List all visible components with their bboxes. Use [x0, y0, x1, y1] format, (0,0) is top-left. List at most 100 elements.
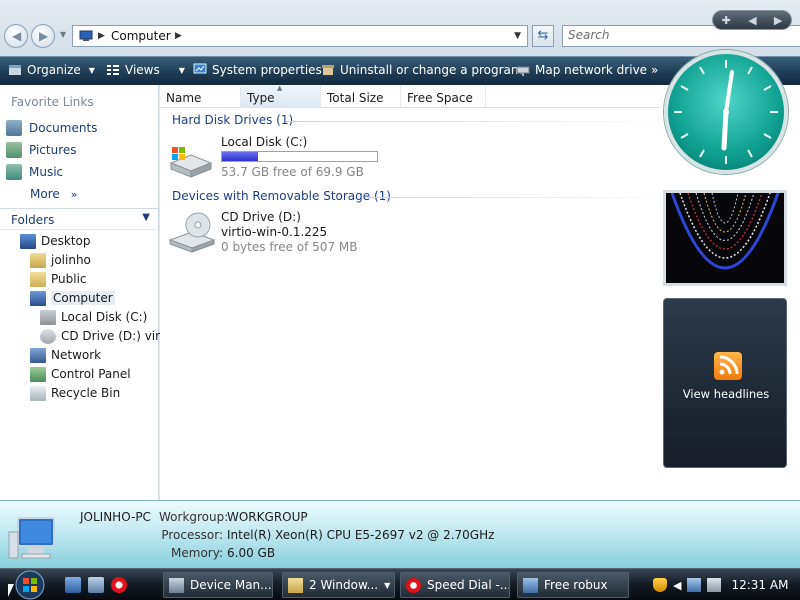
- tree-item-recycle-bin[interactable]: Recycle Bin: [30, 384, 120, 402]
- task-explorer-group[interactable]: 2 Window... ▼: [282, 572, 395, 598]
- capacity-bar: [221, 151, 378, 162]
- tree-item-jolinho[interactable]: jolinho: [30, 251, 91, 269]
- column-header-free-space[interactable]: Free Space: [401, 86, 486, 108]
- drive-volume-label: virtio-win-0.1.225: [221, 225, 328, 239]
- network-icon: [30, 347, 46, 363]
- views-button[interactable]: Views ▼: [106, 63, 185, 77]
- switch-windows-icon[interactable]: [88, 577, 104, 593]
- tree-item-control-panel[interactable]: Control Panel: [30, 365, 131, 383]
- tree-label: Recycle Bin: [51, 386, 121, 400]
- address-bar[interactable]: ▶ Computer ▶ ▼: [72, 25, 528, 47]
- view-headlines-link[interactable]: View headlines: [664, 387, 788, 401]
- toolbar-overflow-button[interactable]: »: [651, 63, 658, 77]
- task-speed-dial[interactable]: Speed Dial -...: [400, 572, 510, 598]
- network-status-icon[interactable]: [687, 578, 702, 592]
- memory-label: Memory:: [171, 546, 223, 560]
- task-label: Speed Dial -...: [427, 578, 510, 592]
- navigation-pane: Favorite Links Documents Pictures Music …: [0, 85, 175, 500]
- tree-item-cd-drive[interactable]: CD Drive (D:) virtio: [40, 327, 175, 345]
- address-history-dropdown-icon[interactable]: ▼: [514, 31, 521, 41]
- recent-pages-dropdown-icon[interactable]: ▼: [60, 30, 66, 39]
- pictures-icon: [6, 142, 22, 158]
- capacity-bar-fill: [222, 152, 258, 161]
- slideshow-image: [666, 193, 784, 283]
- show-desktop-icon[interactable]: [65, 577, 81, 593]
- favorite-pictures[interactable]: Pictures: [6, 141, 77, 159]
- system-properties-icon: [193, 63, 207, 74]
- documents-icon: [6, 120, 22, 136]
- cd-drive-icon: [40, 328, 56, 344]
- favorite-label: Pictures: [29, 143, 77, 157]
- column-header-total-size[interactable]: Total Size: [321, 86, 401, 108]
- group-header-hard-disks[interactable]: Hard Disk Drives (1): [172, 113, 293, 129]
- uninstall-program-button[interactable]: Uninstall or change a program: [321, 63, 523, 77]
- tree-label: Control Panel: [51, 367, 131, 381]
- desktop-icon: [20, 233, 36, 249]
- slideshow-gadget[interactable]: [663, 190, 787, 286]
- task-label: Device Man...: [190, 578, 272, 592]
- device-manager-icon: [169, 577, 184, 593]
- more-favorites-link[interactable]: More »: [30, 185, 77, 203]
- cd-drive-icon: [168, 212, 216, 253]
- sidebar-controls[interactable]: ✚ ◀ ▶: [712, 10, 792, 30]
- workgroup-label: Workgroup:: [159, 510, 229, 524]
- feed-headlines-gadget[interactable]: View headlines: [663, 298, 787, 468]
- tree-item-desktop[interactable]: Desktop: [20, 232, 91, 250]
- tree-label: CD Drive (D:) virtio: [61, 329, 176, 343]
- opera-icon[interactable]: [111, 577, 127, 593]
- column-header-type[interactable]: ▲ Type: [241, 84, 321, 108]
- group-divider: [367, 197, 676, 198]
- breadcrumb-computer[interactable]: Computer: [111, 29, 171, 43]
- tree-label: Network: [51, 348, 102, 362]
- map-drive-icon: [516, 66, 530, 76]
- organize-button[interactable]: Organize ▼: [8, 63, 95, 77]
- memory-value: 6.00 GB: [227, 546, 276, 560]
- system-properties-label: System properties: [212, 63, 322, 77]
- task-label: 2 Window...: [309, 578, 379, 592]
- folders-toggle[interactable]: Folders ▼: [0, 208, 158, 230]
- folders-heading: Folders: [11, 213, 55, 227]
- back-button[interactable]: ◀: [4, 24, 28, 48]
- refresh-button[interactable]: ⇆: [532, 25, 554, 47]
- breadcrumb-chevron-icon[interactable]: ▶: [98, 31, 105, 41]
- more-label: More: [30, 187, 60, 201]
- next-page-icon[interactable]: ▶: [774, 14, 782, 27]
- map-drive-label: Map network drive: [535, 63, 648, 77]
- column-header-name[interactable]: Name: [160, 86, 241, 108]
- drive-name: CD Drive (D:): [221, 210, 301, 224]
- favorite-music[interactable]: Music: [6, 163, 63, 181]
- forward-button[interactable]: ▶: [31, 24, 55, 48]
- views-icon: [107, 65, 119, 75]
- organize-icon: [9, 65, 21, 75]
- folder-icon: [30, 271, 46, 287]
- task-free-robux[interactable]: Free robux: [517, 572, 629, 598]
- tree-label: Computer: [51, 291, 115, 305]
- tree-item-network[interactable]: Network: [30, 346, 101, 364]
- tree-label: Desktop: [41, 234, 91, 248]
- security-shield-icon[interactable]: [653, 578, 667, 592]
- computer-icon: [30, 290, 46, 306]
- views-label: Views: [125, 63, 160, 77]
- map-network-drive-button[interactable]: Map network drive: [516, 63, 647, 77]
- breadcrumb-chevron-icon[interactable]: ▶: [175, 31, 182, 41]
- show-hidden-icons-icon[interactable]: ◀: [673, 579, 681, 592]
- system-properties-button[interactable]: System properties: [193, 63, 322, 77]
- forward-arrow-icon: ▶: [39, 29, 49, 43]
- workgroup-value: WORKGROUP: [227, 510, 308, 524]
- tree-item-local-disk[interactable]: Local Disk (C:): [40, 308, 147, 326]
- volume-muted-icon[interactable]: [707, 578, 722, 592]
- favorite-documents[interactable]: Documents: [6, 119, 97, 137]
- task-device-manager[interactable]: Device Man...: [163, 572, 273, 598]
- add-gadget-icon[interactable]: ✚: [722, 14, 731, 27]
- clock-gadget[interactable]: [664, 50, 788, 174]
- user-folder-icon: [30, 252, 46, 268]
- organize-label: Organize: [27, 63, 81, 77]
- previous-page-icon[interactable]: ◀: [748, 14, 756, 27]
- address-bar-area: ◀ ▶ ▼ ▶ Computer ▶ ▼ ⇆ Search: [0, 0, 800, 56]
- group-header-removable[interactable]: Devices with Removable Storage (1): [172, 189, 391, 205]
- tree-item-public[interactable]: Public: [30, 270, 87, 288]
- refresh-icon: ⇆: [537, 28, 549, 43]
- tree-item-computer[interactable]: Computer: [30, 289, 115, 307]
- clock-time[interactable]: 12:31 AM: [731, 578, 788, 592]
- taskbar: Device Man... 2 Window... ▼ Speed Dial -…: [0, 568, 800, 600]
